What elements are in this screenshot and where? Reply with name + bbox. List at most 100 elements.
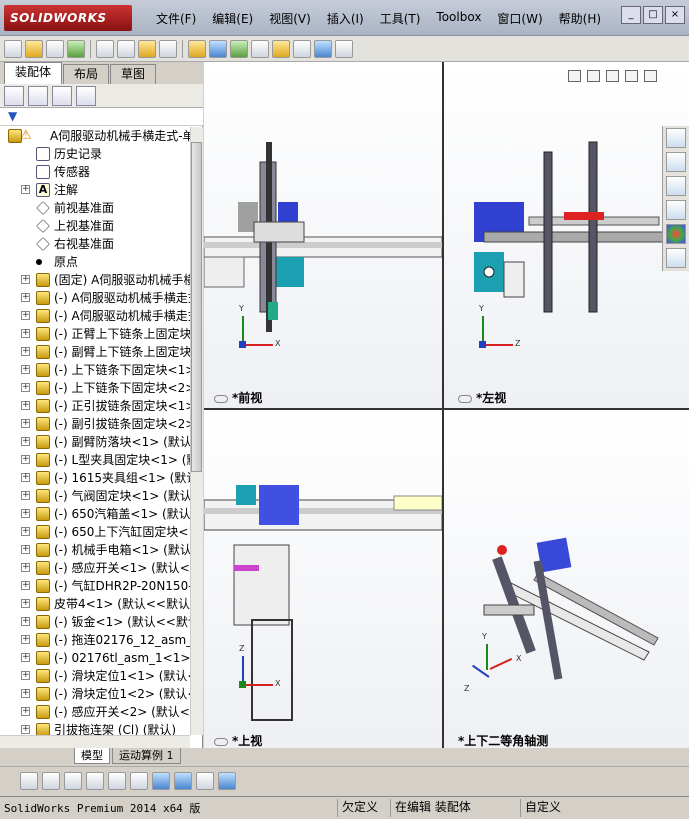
expand-icon[interactable]: + (21, 671, 30, 680)
tree-item[interactable]: + (-) 02176tl_asm_1<1> (默 (0, 649, 190, 667)
tree-item[interactable]: + (-) 1615夹具组<1> (默认< (0, 469, 190, 487)
link-views-icon[interactable] (587, 70, 600, 82)
isometric-icon[interactable] (174, 771, 192, 790)
tree-item[interactable]: + (固定) A伺服驱动机械手横 (0, 271, 190, 289)
close-view-icon[interactable] (644, 70, 657, 82)
panel-tab[interactable]: 草图 (110, 64, 157, 84)
tree-item[interactable]: 右视基准面 (0, 235, 190, 253)
tree-item[interactable]: + (-) 副臂防落块<1> (默认< (0, 433, 190, 451)
expand-icon[interactable]: + (21, 509, 30, 518)
tree-item[interactable]: ⚠ A伺服驱动机械手横走式-单 (0, 127, 190, 145)
file-properties-icon[interactable] (159, 39, 177, 58)
rebuild-icon[interactable] (138, 39, 156, 58)
expand-icon[interactable]: + (21, 275, 30, 284)
menu-item[interactable]: Toolbox (428, 8, 489, 29)
tree-item[interactable]: + (-) 上下链条下固定块<2> (0, 379, 190, 397)
tree-item[interactable]: + (-) 感应开关<2> (默认<<默 (0, 703, 190, 721)
tree-item[interactable]: + (-) 正引拔链条固定块<1> (0, 397, 190, 415)
expand-icon[interactable]: + (21, 491, 30, 500)
options-icon[interactable] (188, 39, 206, 58)
tree-item[interactable]: 上视基准面 (0, 217, 190, 235)
tile-vertical-icon[interactable] (130, 771, 148, 790)
tree-item[interactable]: + (-) 滑块定位1<1> (默认<< (0, 667, 190, 685)
tree-item[interactable]: 前视基准面 (0, 199, 190, 217)
viewport-front[interactable]: Y X *前视 (204, 62, 442, 408)
tree-item[interactable]: + (-) 感应开关<1> (默认<<默 (0, 559, 190, 577)
minimize-view-icon[interactable] (606, 70, 619, 82)
expand-icon[interactable]: + (21, 689, 30, 698)
insert-component-icon[interactable] (209, 39, 227, 58)
expand-icon[interactable]: + (21, 581, 30, 590)
status-units[interactable]: 自定义 (520, 799, 561, 817)
chart-icon[interactable] (218, 771, 236, 790)
expand-icon[interactable]: + (21, 599, 30, 608)
save-icon[interactable] (46, 39, 64, 58)
tree-item[interactable]: + (-) 650汽箱盖<1> (默认<< (0, 505, 190, 523)
view-palette-icon[interactable] (666, 200, 686, 220)
expand-icon[interactable]: + (21, 473, 30, 482)
undo-icon[interactable] (96, 39, 114, 58)
open-icon[interactable] (25, 39, 43, 58)
wireframe-icon[interactable] (42, 771, 60, 790)
tree-horizontal-scrollbar[interactable] (0, 735, 190, 748)
bottom-tab[interactable]: 运动算例 1 (112, 748, 181, 764)
tree-item[interactable]: + (-) 副引拔链条固定块<2> (0, 415, 190, 433)
viewport-left[interactable]: Y Z *左视 (444, 62, 689, 408)
design-library-icon[interactable] (666, 152, 686, 172)
expand-icon[interactable]: + (21, 653, 30, 662)
print-icon[interactable] (67, 39, 85, 58)
tree-item[interactable]: + (-) 机械手电箱<1> (默认< (0, 541, 190, 559)
tree-item[interactable]: + (-) 钣金<1> (默认<<默认> (0, 613, 190, 631)
expand-icon[interactable]: + (21, 707, 30, 716)
menu-item[interactable]: 编辑(E) (204, 8, 261, 29)
minimize-icon[interactable]: _ (621, 6, 641, 24)
toolbox-icon[interactable] (314, 39, 332, 58)
menu-item[interactable]: 视图(V) (261, 8, 319, 29)
filter-icon[interactable]: ▼ (0, 108, 203, 126)
close-icon[interactable]: × (665, 6, 685, 24)
appearances-icon[interactable] (666, 224, 686, 244)
tree-item[interactable]: + 引拔拖连架 (Cl) (默认) (0, 721, 190, 735)
tree-item[interactable]: + (-) A伺服驱动机械手横走式 (0, 307, 190, 325)
propertymanager-icon[interactable] (28, 85, 48, 106)
new-document-icon[interactable] (4, 39, 22, 58)
expand-icon[interactable]: + (21, 455, 30, 464)
solidworks-logo[interactable]: SOLIDWORKS (4, 5, 132, 31)
four-view-icon[interactable] (152, 771, 170, 790)
select-icon[interactable] (117, 39, 135, 58)
custom-properties-icon[interactable] (666, 248, 686, 268)
expand-icon[interactable]: + (21, 401, 30, 410)
restore-icon[interactable]: □ (643, 6, 663, 24)
expand-icon[interactable]: + (21, 437, 30, 446)
tile-horizontal-icon[interactable] (108, 771, 126, 790)
tree-item[interactable]: + 皮带4<1> (默认<<默认>_显 (0, 595, 190, 613)
expand-icon[interactable]: + (21, 635, 30, 644)
menu-item[interactable]: 帮助(H) (551, 8, 609, 29)
section-icon[interactable] (86, 771, 104, 790)
expand-icon[interactable]: + (21, 545, 30, 554)
tree-item[interactable]: + (-) 拖连02176_12_asm_1<1 (0, 631, 190, 649)
tree-item[interactable]: + (-) 副臂上下链条上固定块 (0, 343, 190, 361)
expand-icon[interactable]: + (21, 185, 30, 194)
tree-item[interactable]: + A 注解 (0, 181, 190, 199)
panel-tab[interactable]: 装配体 (4, 62, 63, 84)
expand-icon[interactable]: + (21, 563, 30, 572)
smart-fasteners-icon[interactable] (293, 39, 311, 58)
move-component-icon[interactable] (251, 39, 269, 58)
tree-item[interactable]: + (-) 上下链条下固定块<1> (0, 361, 190, 379)
expand-icon[interactable]: + (21, 329, 30, 338)
scrollbar-thumb[interactable] (191, 142, 202, 472)
panel-tab[interactable]: 布局 (63, 64, 110, 84)
expand-icon[interactable]: + (21, 617, 30, 626)
configurationmanager-icon[interactable] (52, 85, 72, 106)
hidden-lines-icon[interactable] (20, 771, 38, 790)
tree-item[interactable]: 原点 (0, 253, 190, 271)
display-manager-icon[interactable] (76, 85, 96, 106)
tree-item[interactable]: + (-) 正臂上下链条上固定块 (0, 325, 190, 343)
mate-icon[interactable] (230, 39, 248, 58)
menu-item[interactable]: 插入(I) (319, 8, 372, 29)
tree-item[interactable]: + (-) 气阀固定块<1> (默认< (0, 487, 190, 505)
expand-icon[interactable]: + (21, 419, 30, 428)
tree-item[interactable]: + (-) 650上下汽缸固定块<1> (0, 523, 190, 541)
viewport-isometric[interactable]: Y X Z *上下二等角轴测 (444, 410, 689, 748)
